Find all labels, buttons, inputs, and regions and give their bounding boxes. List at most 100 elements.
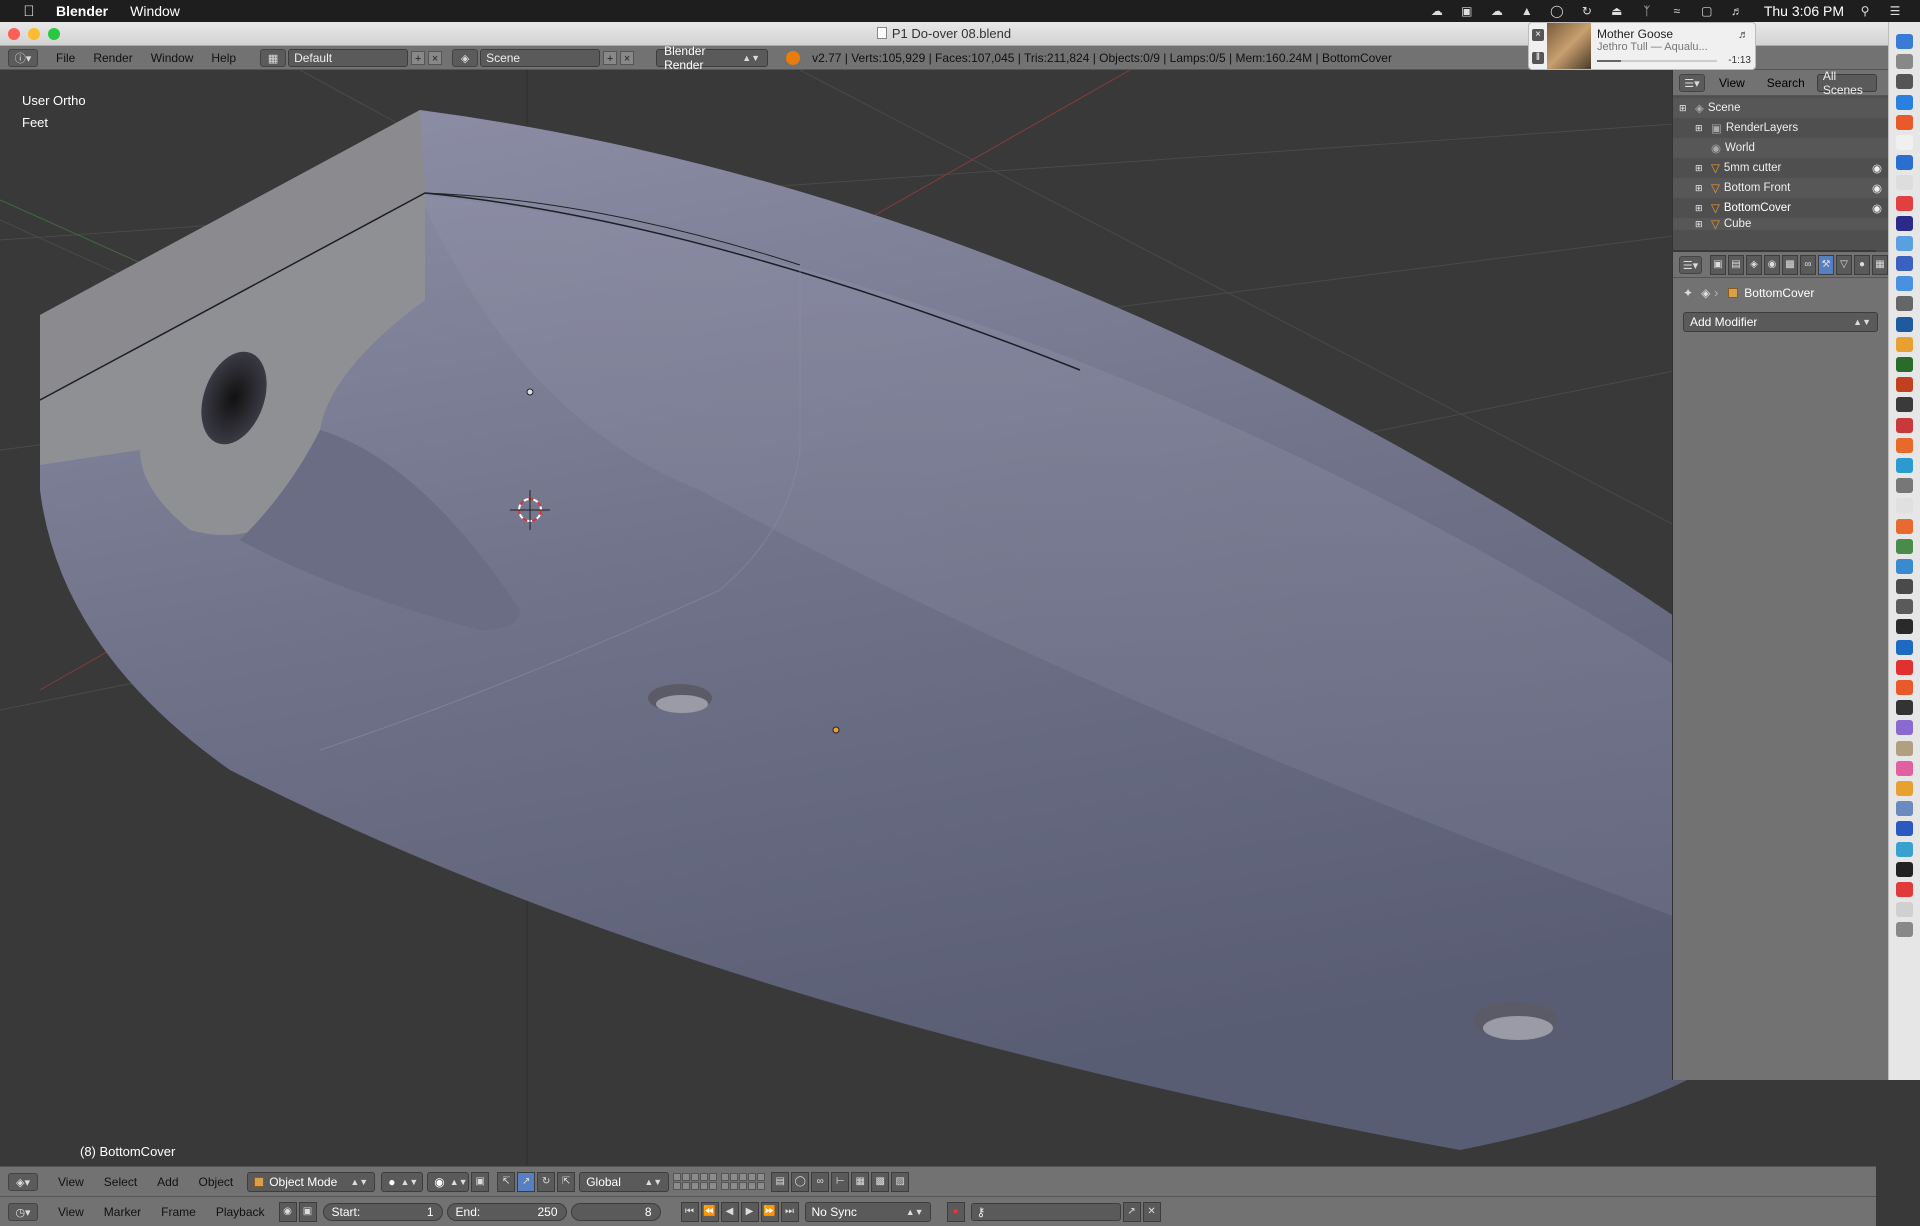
rotate-manipulator-icon[interactable]: ↻ [537, 1171, 556, 1192]
visibility-eye-icon[interactable]: ◉ [1872, 201, 1882, 215]
snap-element-icon[interactable]: ⊢ [831, 1171, 850, 1192]
expand-toggle-icon[interactable]: ⊞ [1695, 163, 1707, 174]
dock-app-icon[interactable] [1896, 861, 1913, 877]
time-machine-icon[interactable]: ↻ [1578, 4, 1596, 18]
record-keyframes-icon[interactable]: ● [946, 1201, 965, 1222]
creative-cloud-icon[interactable]: ☁ [1428, 4, 1446, 18]
dock-app-icon[interactable] [1896, 619, 1913, 635]
expand-toggle-icon[interactable]: ⊞ [1695, 203, 1707, 214]
insert-keyframe-icon[interactable]: ↗ [1122, 1201, 1141, 1222]
dock-app-icon[interactable] [1896, 780, 1913, 796]
dock-app-icon[interactable] [1896, 922, 1913, 938]
remove-scene-icon[interactable]: × [620, 50, 635, 65]
menu-help[interactable]: Help [211, 51, 236, 65]
start-frame-field[interactable]: Start: 1 [322, 1202, 443, 1221]
dock-app-icon[interactable] [1896, 94, 1913, 110]
delete-keyframe-icon[interactable]: ✕ [1142, 1201, 1161, 1222]
volume-icon[interactable]: ♬ [1728, 4, 1746, 18]
keying-set-field[interactable]: ⚷ [970, 1202, 1121, 1221]
dock-app-icon[interactable] [1896, 680, 1913, 695]
dock-app-icon[interactable] [1896, 276, 1913, 292]
pivot-point-dropdown[interactable]: ◉ ▲▼ [427, 1171, 470, 1192]
menu-timeline-view[interactable]: View [58, 1205, 84, 1219]
add-modifier-dropdown[interactable]: Add Modifier ▲▼ [1683, 312, 1878, 332]
outliner-item-renderlayers[interactable]: ⊞ ▣ RenderLayers [1673, 118, 1888, 138]
outliner-item-scene[interactable]: ⊞ ◈ Scene [1673, 98, 1888, 118]
editor-type-3dview-button[interactable]: ◈▾ [8, 1172, 38, 1191]
dock-app-icon[interactable] [1896, 821, 1913, 837]
modifiers-tab-icon[interactable]: ⚒ [1818, 254, 1834, 275]
menu-window[interactable]: Window [130, 3, 180, 19]
dock-app-icon[interactable] [1896, 397, 1913, 413]
menubar-clock[interactable]: Thu 3:06 PM [1764, 3, 1844, 19]
screen-layout-field[interactable]: Default [288, 48, 409, 67]
dock-app-icon[interactable] [1896, 256, 1913, 272]
dock-app-icon[interactable] [1896, 639, 1913, 655]
dock-app-icon[interactable] [1896, 801, 1913, 817]
dock-app-icon[interactable] [1896, 357, 1913, 372]
dock-app-icon[interactable] [1896, 155, 1913, 171]
outliner-item-bottom-front[interactable]: ⊞ ▽ Bottom Front ◉ [1673, 178, 1888, 198]
snap-toggle-icon[interactable]: ∞ [811, 1171, 830, 1192]
layers-grid-b[interactable] [721, 1173, 766, 1190]
dock-app-icon[interactable] [1896, 336, 1913, 352]
app-menu-blender[interactable]: Blender [56, 3, 108, 19]
use-preview-range-icon[interactable]: ◉ [278, 1201, 297, 1222]
pin-icon[interactable]: ✦ [1683, 286, 1693, 300]
constraints-tab-icon[interactable]: ∞ [1800, 254, 1816, 275]
outliner-item-world[interactable]: ◉ World [1673, 138, 1888, 158]
dock-app-icon[interactable] [1896, 74, 1913, 90]
render-engine-dropdown[interactable]: Blender Render ▲▼ [656, 44, 769, 72]
menu-file[interactable]: File [56, 51, 75, 65]
dock-app-icon[interactable] [1896, 195, 1913, 211]
dock-app-icon[interactable] [1896, 498, 1913, 514]
outliner-menu-view[interactable]: View [1719, 76, 1745, 90]
dock-app-icon[interactable] [1896, 296, 1913, 312]
lock-layers-icon[interactable]: ▤ [771, 1171, 790, 1192]
opengl-render-anim-icon[interactable]: ▨ [891, 1171, 910, 1192]
screenshot-icon[interactable]: ▣ [1458, 4, 1476, 18]
material-tab-icon[interactable]: ● [1854, 254, 1870, 275]
dock-app-icon[interactable] [1896, 599, 1913, 615]
world-tab-icon[interactable]: ◉ [1764, 254, 1780, 275]
dock-app-icon[interactable] [1896, 740, 1913, 756]
visibility-eye-icon[interactable]: ◉ [1872, 181, 1882, 195]
proportional-edit-icon[interactable]: ◯ [791, 1171, 810, 1192]
menu-object[interactable]: Object [199, 1175, 234, 1189]
notification-close-icon[interactable]: × [1532, 28, 1544, 41]
dock-app-icon[interactable] [1896, 377, 1913, 393]
end-frame-field[interactable]: End: 250 [446, 1202, 567, 1221]
menu-render[interactable]: Render [93, 51, 132, 65]
manipulator-widget-icon[interactable]: ↸ [497, 1171, 516, 1192]
expand-toggle-icon[interactable]: ⊞ [1679, 103, 1691, 114]
3d-viewport[interactable]: User Ortho Feet (8) BottomCover [0, 70, 1876, 1168]
bluetooth-icon[interactable]: ᛉ [1638, 4, 1656, 18]
scale-manipulator-icon[interactable]: ⇱ [557, 1171, 576, 1192]
viewport-canvas[interactable] [0, 70, 1876, 1168]
jump-next-keyframe-icon[interactable]: ⏩ [760, 1201, 779, 1222]
menu-playback[interactable]: Playback [216, 1205, 265, 1219]
display-icon[interactable]: ▢ [1698, 4, 1716, 18]
scene-field[interactable]: Scene [480, 48, 601, 67]
sync-mode-dropdown[interactable]: No Sync ▲▼ [804, 1201, 931, 1222]
outliner-item-5mm-cutter[interactable]: ⊞ ▽ 5mm cutter ◉ [1673, 158, 1888, 178]
expand-toggle-icon[interactable]: ⊞ [1695, 183, 1707, 194]
spotlight-search-icon[interactable]: ⚲ [1856, 4, 1874, 18]
dock-app-icon[interactable] [1896, 175, 1913, 191]
dock-app-icon[interactable] [1896, 579, 1913, 595]
outliner-item-bottomcover[interactable]: ⊞ ▽ BottomCover ◉ [1673, 198, 1888, 218]
dock-app-icon[interactable] [1896, 34, 1913, 49]
dock-app-icon[interactable] [1896, 215, 1913, 231]
dock-app-icon[interactable] [1896, 134, 1913, 150]
editor-type-properties-button[interactable]: ☰▾ [1679, 255, 1702, 274]
menu-window-blender[interactable]: Window [151, 51, 194, 65]
render-tab-icon[interactable]: ▣ [1710, 254, 1726, 275]
viewport-shading-dropdown[interactable]: ● ▲▼ [381, 1171, 424, 1192]
outliner-menu-search[interactable]: Search [1767, 76, 1805, 90]
dock-app-icon[interactable] [1896, 760, 1913, 776]
outliner-item-cube[interactable]: ⊞ ▽ Cube [1673, 218, 1888, 230]
scene-selector-icon[interactable]: ◈ [452, 48, 479, 67]
notification-center-icon[interactable]: ☰ [1886, 4, 1904, 18]
scene-tab-icon[interactable]: ◈ [1746, 254, 1762, 275]
dock-app-icon[interactable] [1896, 235, 1913, 251]
